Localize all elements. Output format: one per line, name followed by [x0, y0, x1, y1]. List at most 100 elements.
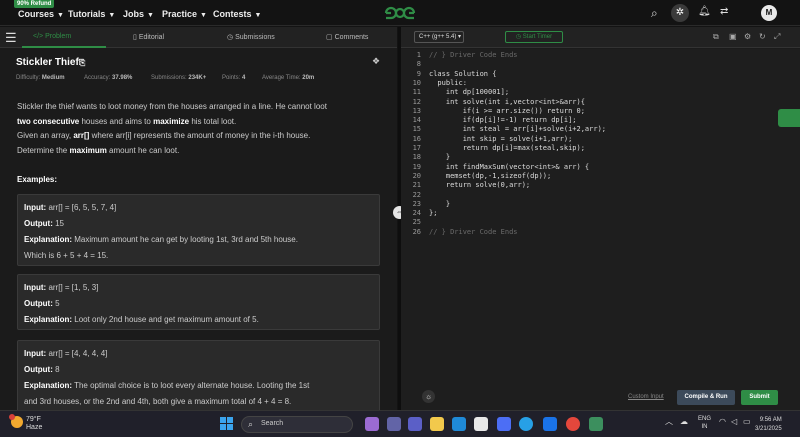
editor-panel: C++ (g++ 5.4) ▾ ◷ Start Timer ⧉ ▣ ⚙ ↻ ⤢ … [401, 27, 800, 410]
code-line[interactable]: } [429, 153, 450, 161]
nav-practice[interactable]: Practice ▼ [162, 9, 207, 19]
word-icon[interactable] [543, 417, 557, 431]
code-line[interactable]: if(i >= arr.size()) return 0; [429, 107, 585, 115]
teams-icon[interactable] [408, 417, 422, 431]
nav-tutorials[interactable]: Tutorials ▼ [68, 9, 115, 19]
chevron-down-icon: ▼ [57, 12, 64, 19]
line-number: 25 [412, 218, 421, 227]
custom-input-link[interactable]: Custom Input [628, 394, 664, 400]
bookmark-icon[interactable]: ❖ [372, 56, 380, 67]
template-icon[interactable]: ▣ [729, 32, 737, 41]
problem-description: Stickler the thief wants to loot money f… [17, 102, 327, 155]
line-number: 23 [412, 199, 421, 208]
edge-icon[interactable] [452, 417, 466, 431]
difficulty: Difficulty: Medium [16, 75, 65, 81]
copilot-icon[interactable] [519, 417, 533, 431]
code-line[interactable]: int findMaxSum(vector<int>& arr) { [429, 163, 589, 171]
folder-icon[interactable] [430, 417, 444, 431]
chevron-down-icon: ▼ [200, 12, 207, 19]
code-line[interactable]: int steal = arr[i]+solve(i+2,arr); [429, 125, 606, 133]
code-line[interactable]: if(dp[i]!=-1) return dp[i]; [429, 116, 577, 124]
line-number: 21 [412, 181, 421, 190]
teams-icon[interactable] [387, 417, 401, 431]
taskbar-search[interactable]: ⌕ Search [241, 416, 353, 433]
line-numbers: 1 8 9 10 11 12 13 14 15 16 17 18 19 20 21 22 23 24 25 26 [401, 49, 427, 384]
submit-button[interactable]: Submit [741, 390, 778, 405]
app-icon[interactable] [365, 417, 379, 431]
code-line[interactable]: memset(dp,-1,sizeof(dp)); [429, 172, 551, 180]
problem-tabs: ☰ </> Problem ▯ Editorial ◷ Submissions … [0, 27, 397, 48]
language-select[interactable]: C++ (g++ 5.4) ▾ [414, 31, 464, 43]
line-number: 13 [412, 106, 421, 115]
tab-editorial[interactable]: ▯ Editorial [133, 33, 164, 41]
taskbar: 79°F Haze ⌕ Search ︿ ☁ ENG IN ◠ ◁ ▭ 9:56 A… [0, 410, 800, 437]
cloud-icon[interactable]: ☁ [680, 418, 688, 426]
line-number: 22 [412, 190, 421, 199]
line-number: 17 [412, 144, 421, 152]
code-line[interactable]: public: [429, 79, 467, 87]
sun-icon[interactable]: ☼ [422, 390, 435, 403]
example-box: Input: arr[] = [4, 4, 4, 4] Output: 8 Ex… [17, 340, 380, 410]
menu-icon[interactable]: ☰ [5, 30, 17, 46]
folded-code-region[interactable]: // } Driver Code Ends [429, 51, 518, 59]
refund-badge: 90% Refund [14, 0, 55, 8]
volume-icon[interactable]: ◁ [731, 418, 737, 426]
settings-icon[interactable]: ⚙ [744, 32, 751, 41]
average-time: Average Time: 20m [262, 75, 315, 81]
active-tab-indicator [22, 46, 106, 48]
windows-start-icon[interactable] [220, 417, 233, 430]
nav-courses[interactable]: Courses ▼ [18, 9, 64, 19]
points: Points: 4 [222, 75, 246, 81]
code-line[interactable]: class Solution { [429, 70, 496, 78]
bell-icon[interactable]: 🔔︎ [698, 6, 711, 17]
code-line[interactable]: int solve(int i,vector<int>&arr){ [429, 98, 585, 106]
example-box: Input: arr[] = [1, 5, 3] Output: 5 Expla… [17, 274, 380, 330]
chevron-down-icon: ▼ [108, 12, 116, 19]
chat-icon[interactable] [778, 109, 800, 127]
start-timer-button[interactable]: ◷ Start Timer [505, 31, 563, 43]
editor-actions: ☼ Custom Input Compile & Run Submit [401, 384, 800, 410]
app-icon[interactable] [589, 417, 603, 431]
line-number: 14 [412, 116, 421, 125]
code-line[interactable]: return dp[i]=max(steal,skip); [429, 144, 585, 152]
code-line[interactable]: int dp[100001]; [429, 88, 509, 96]
compile-run-button[interactable]: Compile & Run [677, 390, 735, 405]
line-number: 19 [412, 162, 421, 171]
copy-icon[interactable]: ⎘ [79, 58, 85, 67]
reset-icon[interactable]: ↻ [759, 32, 766, 41]
language-indicator[interactable]: ENG IN [698, 415, 711, 431]
code-line[interactable]: int skip = solve(i+1,arr); [429, 135, 573, 143]
search-icon[interactable]: ⌕ [651, 6, 658, 21]
line-number: 10 [412, 78, 421, 87]
avatar[interactable]: M [761, 5, 777, 21]
chrome-icon[interactable] [566, 417, 580, 431]
chevron-down-icon: ▼ [254, 12, 262, 19]
translate-icon[interactable]: ⇄ [720, 6, 728, 17]
code-line[interactable]: return solve(0,arr); [429, 181, 530, 189]
tab-problem[interactable]: </> Problem [33, 33, 71, 40]
nav-contests[interactable]: Contests ▼ [213, 9, 261, 19]
fullscreen-icon[interactable]: ⤢ [774, 32, 780, 42]
chevron-up-icon[interactable]: ︿ [665, 418, 673, 426]
tab-comments[interactable]: ▢ Comments [326, 33, 368, 41]
code-line[interactable]: } [429, 200, 450, 208]
line-number: 20 [412, 171, 421, 180]
tab-submissions[interactable]: ◷ Submissions [227, 33, 275, 41]
store-icon[interactable] [474, 417, 488, 431]
wifi-icon[interactable]: ◠ [719, 418, 726, 426]
weather-widget[interactable]: 79°F Haze [26, 416, 42, 432]
gfg-logo[interactable] [383, 5, 417, 21]
code-line[interactable]: }; [429, 209, 437, 217]
folded-code-region[interactable]: // } Driver Code Ends [429, 228, 518, 236]
app-icon[interactable] [497, 417, 511, 431]
theme-toggle-icon[interactable]: ✲ [671, 4, 689, 22]
line-number: 8 [416, 60, 421, 69]
copy-icon[interactable]: ⧉ [713, 32, 719, 42]
system-clock[interactable]: 9:56 AM 3/21/2025 [755, 416, 782, 434]
nav-jobs[interactable]: Jobs ▼ [123, 9, 154, 19]
code-icon: </> [33, 33, 44, 40]
line-number: 11 [412, 88, 421, 97]
code-editor[interactable]: 1 8 9 10 11 12 13 14 15 16 17 18 19 20 21 22 23 24 25 26 //… [401, 49, 800, 384]
line-number: 15 [412, 125, 421, 134]
battery-icon[interactable]: ▭ [743, 418, 751, 426]
